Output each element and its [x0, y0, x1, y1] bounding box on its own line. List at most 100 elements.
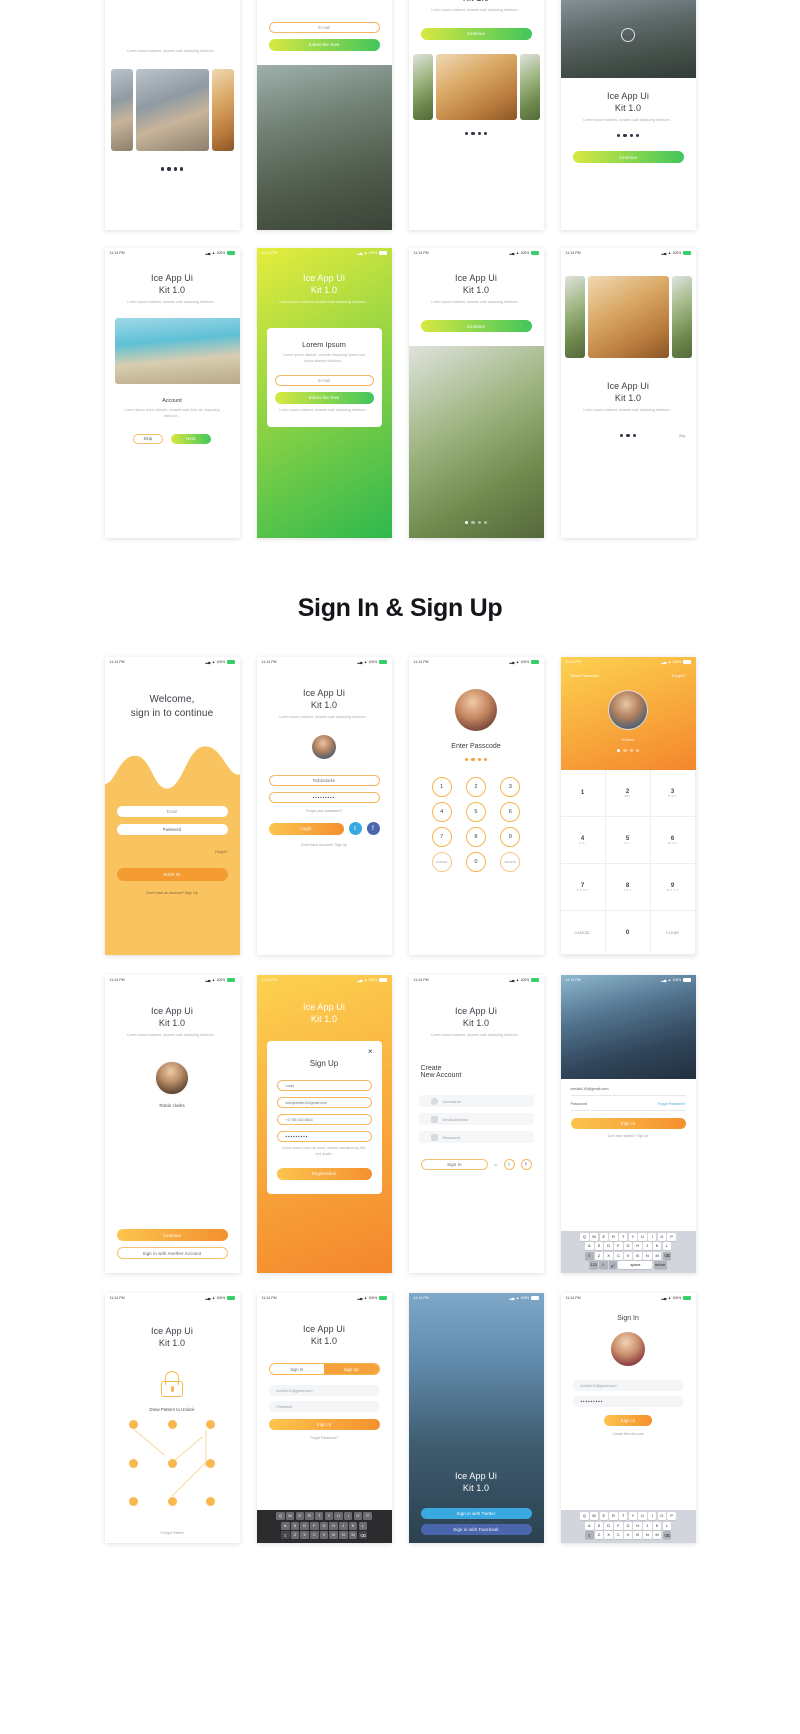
- keyboard-row[interactable]: 123 ☺ 🎤 space return: [562, 1261, 694, 1270]
- keypad-key-1[interactable]: 1: [431, 777, 452, 798]
- email-input[interactable]: iceuikit.10@gmail.com: [268, 1385, 380, 1397]
- card-salad-continue[interactable]: 11:14 PM ▂▄ ▲ 100% Ice App Ui Kit 1.0 Lore…: [408, 248, 544, 538]
- facebook-icon[interactable]: f: [520, 1159, 532, 1171]
- return-key[interactable]: return: [653, 1261, 667, 1270]
- forgot-link[interactable]: Forgot?: [672, 673, 686, 678]
- keyboard-row[interactable]: ⇧ Z X C V B N M ⌫: [562, 1531, 694, 1540]
- email-input[interactable]: iceuikit.10@gmail.com: [572, 1380, 684, 1391]
- shift-key[interactable]: ⇧: [585, 1251, 594, 1260]
- carousel-photo-next[interactable]: [211, 69, 234, 152]
- key-o[interactable]: O: [657, 1512, 667, 1521]
- keyboard-row[interactable]: ⇧ Z X C V B N M ⌫: [562, 1251, 694, 1260]
- facebook-signin-button[interactable]: Sign in with Facebook: [420, 1524, 532, 1535]
- key-p[interactable]: P: [667, 1512, 676, 1521]
- keypad-key-9[interactable]: 9: [500, 827, 521, 848]
- carousel-photo-prev[interactable]: [564, 276, 585, 358]
- mic-icon[interactable]: 🎤: [608, 1261, 618, 1270]
- key-q[interactable]: Q: [276, 1512, 285, 1521]
- key-e[interactable]: E: [599, 1232, 609, 1241]
- key-r[interactable]: R: [305, 1512, 314, 1521]
- key-k[interactable]: K: [652, 1242, 662, 1251]
- card-green-subscribe[interactable]: 11:14 PM ▂▄ ▲ 100% Ice App Ui Kit 1.0 Lore…: [256, 248, 392, 538]
- password-field[interactable]: Password: [418, 1131, 534, 1144]
- keypad-cancel[interactable]: CANCEL: [431, 852, 452, 873]
- forgot-link[interactable]: Forgot Password?: [658, 1102, 686, 1106]
- password-input[interactable]: Password: [268, 1401, 380, 1413]
- email-value[interactable]: iceuikit.10@gmail.com: [571, 1087, 686, 1091]
- key-k[interactable]: K: [652, 1521, 662, 1530]
- key-c[interactable]: C: [310, 1531, 319, 1540]
- numkey-2[interactable]: 2 ABC: [605, 770, 651, 818]
- card-avatar-signin-keyboard[interactable]: 11:14 PM ▂▄ ▲ 100% Sign In iceuikit.10@gma…: [560, 1293, 696, 1543]
- numkey-4[interactable]: 4G H I: [560, 817, 606, 865]
- subscribe-modal[interactable]: Lorem Ipsum Lorem ipsum sitamet, consete…: [266, 328, 382, 428]
- key-m[interactable]: M: [652, 1531, 662, 1540]
- keypad-key-3[interactable]: 3: [500, 777, 521, 798]
- key-c[interactable]: C: [614, 1531, 623, 1540]
- registration-button[interactable]: Registration: [276, 1167, 372, 1180]
- continue-button[interactable]: Continue: [572, 151, 684, 164]
- keypad-key-5[interactable]: 5: [465, 802, 486, 823]
- keyboard-row[interactable]: ⇧ Z X C V B N M ⌫: [258, 1531, 390, 1540]
- key-u[interactable]: U: [334, 1512, 343, 1521]
- numkey-1[interactable]: 1: [560, 770, 606, 818]
- numkey-3[interactable]: 3D E F: [650, 770, 696, 818]
- card-signup-modal[interactable]: 11:14 PM ▂▄ ▲ 100% Ice App Ui Kit 1.0 × Si…: [256, 975, 392, 1273]
- play-icon[interactable]: [621, 28, 635, 42]
- key-v[interactable]: V: [623, 1251, 633, 1260]
- next-button[interactable]: Next: [171, 433, 211, 444]
- key-y[interactable]: Y: [628, 1232, 638, 1241]
- keypad-key-2[interactable]: 2: [465, 777, 486, 798]
- backspace-key[interactable]: ⌫: [662, 1251, 671, 1260]
- keypad-delete[interactable]: DELETE: [500, 852, 521, 873]
- photo-carousel[interactable]: [561, 258, 696, 358]
- key-n[interactable]: N: [643, 1251, 652, 1260]
- key-t[interactable]: T: [618, 1232, 628, 1241]
- keyboard-row[interactable]: A S D F G H J K L: [258, 1521, 390, 1530]
- key-w[interactable]: W: [285, 1512, 295, 1521]
- key-e[interactable]: E: [599, 1512, 609, 1521]
- page-dots[interactable]: [409, 520, 544, 524]
- key-t[interactable]: T: [314, 1512, 324, 1521]
- key-i[interactable]: I: [647, 1232, 657, 1241]
- key-j[interactable]: J: [643, 1242, 652, 1251]
- key-o[interactable]: O: [657, 1232, 667, 1241]
- card-segmented-signin[interactable]: 11:14 PM ▂▄ ▲ 100% Ice App Ui Kit 1.0 Sign…: [256, 1293, 392, 1543]
- page-dot[interactable]: [629, 134, 633, 138]
- carousel-photo-next[interactable]: [519, 53, 540, 120]
- key-v[interactable]: V: [623, 1531, 633, 1540]
- card-pancake-skip[interactable]: 11:14 PM ▂▄ ▲ 100% Ice App Ui Kit 1.0 Lore…: [560, 248, 696, 538]
- keyboard-row[interactable]: A S D F G H J K L: [562, 1521, 694, 1530]
- email-field[interactable]: Email Address: [418, 1113, 534, 1126]
- key-z[interactable]: Z: [594, 1531, 604, 1540]
- numkey-9[interactable]: 9W X Y Z: [650, 864, 696, 912]
- key-z[interactable]: Z: [290, 1531, 300, 1540]
- close-icon[interactable]: ×: [368, 1048, 373, 1056]
- keypad-key-7[interactable]: 7: [431, 827, 452, 848]
- auth-tabs[interactable]: Sign In Sign Up: [268, 1363, 380, 1376]
- email-input[interactable]: E-mail: [268, 21, 380, 33]
- page-dot[interactable]: [616, 134, 621, 138]
- numkey-cancel[interactable]: CANCEL: [560, 911, 606, 955]
- key-x[interactable]: X: [604, 1251, 613, 1260]
- key-i[interactable]: I: [343, 1512, 353, 1521]
- pattern-grid[interactable]: [129, 1420, 215, 1507]
- carousel-photo-active[interactable]: [587, 276, 669, 358]
- carousel-photo-active[interactable]: [435, 53, 517, 120]
- keypad-key-0[interactable]: 0: [465, 852, 486, 873]
- key-r[interactable]: R: [609, 1232, 618, 1241]
- key-d[interactable]: D: [300, 1521, 309, 1530]
- keyboard[interactable]: Q W E R T Y U I O P A S D F G H J K L ⇧ …: [560, 1230, 696, 1273]
- key-q[interactable]: Q: [580, 1232, 589, 1241]
- username-field[interactable]: Username: [418, 1095, 534, 1108]
- key-g[interactable]: G: [319, 1521, 329, 1530]
- signup-prompt[interactable]: Don't have Account? Sign up: [269, 843, 380, 847]
- key-p[interactable]: P: [363, 1512, 372, 1521]
- keyboard-row[interactable]: Q W E R T Y U I O P: [258, 1512, 390, 1521]
- key-e[interactable]: E: [295, 1512, 305, 1521]
- key-m[interactable]: M: [348, 1531, 358, 1540]
- card-avatar-login[interactable]: 11:14 PM ▂▄ ▲ 100% Ice App Ui Kit 1.0 Lore…: [256, 657, 392, 955]
- card-photo-signin-keyboard[interactable]: 11:14 PM ▂▄ ▲ 100% iceuikit.10@gmail.com P…: [560, 975, 696, 1273]
- key-n[interactable]: N: [339, 1531, 348, 1540]
- key-w[interactable]: W: [589, 1232, 599, 1241]
